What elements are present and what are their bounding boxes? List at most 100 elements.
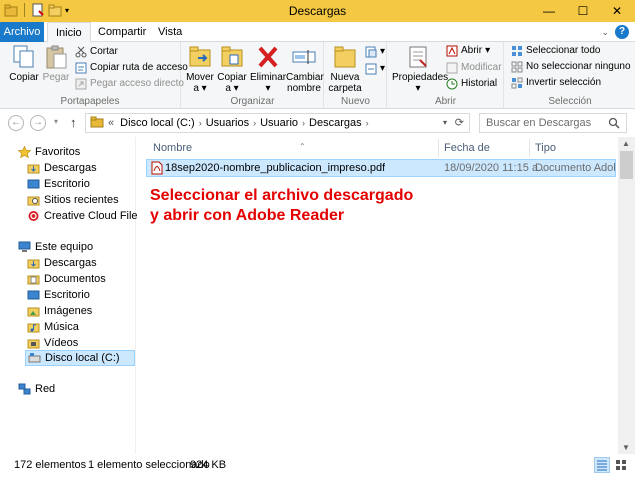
copy-path-button[interactable]: Copiar ruta de acceso	[75, 61, 188, 75]
download-folder-icon	[27, 257, 40, 269]
new-folder-icon	[331, 44, 359, 70]
close-button[interactable]: ✕	[600, 0, 634, 22]
chevron-up-icon: ⌃	[299, 142, 306, 151]
chevron-down-icon[interactable]: ▾	[443, 118, 447, 127]
copy-icon	[10, 44, 38, 70]
table-row[interactable]: 18sep2020-nombre_publicacion_impreso.pdf…	[146, 159, 616, 177]
videos-folder-icon	[27, 337, 40, 349]
nav-fav-creative-cloud[interactable]: Creative Cloud Files	[27, 208, 143, 224]
open-button[interactable]: Abrir ▾	[446, 44, 490, 58]
group-seleccion: Seleccionar todo No seleccionar ninguno …	[505, 42, 635, 109]
rename-button[interactable]: Cambiar nombre	[286, 44, 324, 94]
status-item-count: 172 elementos	[14, 459, 87, 471]
nav-favoritos[interactable]: Favoritos	[17, 144, 80, 160]
new-folder-button[interactable]: Nueva carpeta	[327, 44, 363, 94]
desktop-icon	[27, 178, 40, 190]
forward-button[interactable]: →	[30, 115, 46, 131]
new-item-button[interactable]: ▾	[365, 45, 385, 59]
search-icon	[608, 117, 620, 132]
nav-pc-documentos[interactable]: Documentos	[27, 271, 106, 287]
download-folder-icon	[27, 162, 40, 174]
status-size: 924 KB	[190, 459, 227, 471]
edit-icon	[446, 62, 458, 74]
scroll-up-icon[interactable]: ▲	[622, 139, 630, 148]
chevron-right-icon[interactable]: ›	[199, 118, 202, 128]
nav-pc-imagenes[interactable]: Imágenes	[27, 303, 92, 319]
chevron-down-icon[interactable]: ⌄	[601, 27, 609, 38]
chevron-right-icon[interactable]: ›	[253, 118, 256, 128]
nav-red[interactable]: Red	[18, 381, 55, 397]
large-icons-view-button[interactable]	[613, 457, 629, 473]
details-view-button[interactable]	[594, 457, 610, 473]
back-button[interactable]: ←	[8, 115, 24, 131]
history-button[interactable]: Historial	[446, 77, 497, 91]
file-type: Documento Adob...	[535, 162, 615, 174]
column-header-tipo[interactable]: Tipo	[531, 139, 617, 157]
address-bar[interactable]: « Disco local (C:) › Usuarios › Usuario …	[85, 113, 470, 133]
scroll-down-icon[interactable]: ▼	[622, 443, 630, 452]
scroll-thumb[interactable]	[620, 151, 633, 179]
ribbon-tabs: Archivo Inicio Compartir Vista ⌄ ?	[0, 22, 635, 43]
column-header-fecha[interactable]: Fecha de modifica...	[440, 139, 530, 172]
move-to-button[interactable]: Mover a ▾	[182, 44, 218, 94]
nav-pc-disco-local[interactable]: Disco local (C:)	[25, 350, 135, 366]
invert-selection-button[interactable]: Invertir selección	[511, 76, 601, 90]
delete-button[interactable]: Eliminar ▾	[250, 44, 286, 94]
refresh-icon[interactable]: ⟳	[455, 116, 464, 129]
nav-fav-descargas[interactable]: Descargas	[27, 160, 97, 176]
group-label: Abrir	[434, 96, 457, 107]
folder-icon	[90, 116, 104, 131]
recent-places-icon	[27, 194, 40, 206]
tab-vista[interactable]: Vista	[150, 22, 190, 42]
group-nuevo: Nueva carpeta ▾ ▾ Nuevo	[325, 42, 387, 109]
breadcrumb-item[interactable]: Usuario	[260, 117, 298, 129]
pictures-folder-icon	[27, 305, 40, 317]
breadcrumb-item[interactable]: Disco local (C:)	[120, 117, 195, 129]
properties-icon	[404, 44, 432, 70]
breadcrumb-overflow[interactable]: «	[108, 117, 114, 129]
help-icon[interactable]: ?	[615, 25, 629, 39]
paste-shortcut-button[interactable]: Pegar acceso directo	[75, 77, 184, 91]
edit-button[interactable]: Modificar	[446, 61, 502, 75]
navigation-pane: Favoritos Descargas Escritorio Sitios re…	[0, 137, 143, 454]
select-all-icon	[511, 45, 523, 57]
nav-pc-descargas[interactable]: Descargas	[27, 255, 97, 271]
status-bar: 172 elementos 1 elemento seleccionado 92…	[0, 454, 635, 478]
up-arrow-icon[interactable]: ↑	[70, 115, 77, 130]
ribbon: Copiar Pegar Cortar Copiar ruta de acces…	[0, 42, 635, 109]
nav-fav-sitios-recientes[interactable]: Sitios recientes	[27, 192, 119, 208]
music-folder-icon	[27, 321, 40, 333]
minimize-button[interactable]: —	[532, 0, 566, 22]
tab-compartir[interactable]: Compartir	[90, 22, 154, 42]
nav-este-equipo[interactable]: Este equipo	[18, 239, 93, 255]
star-icon	[17, 145, 32, 159]
breadcrumb-item[interactable]: Descargas	[309, 117, 362, 129]
tab-inicio[interactable]: Inicio	[47, 22, 91, 43]
chevron-right-icon[interactable]: ›	[302, 118, 305, 128]
select-none-button[interactable]: No seleccionar ninguno	[511, 60, 631, 74]
new-item-icon	[365, 46, 377, 58]
chevron-right-icon[interactable]: ›	[366, 118, 369, 128]
maximize-button[interactable]: ☐	[566, 0, 600, 22]
column-header-nombre[interactable]: Nombre ⌃	[149, 139, 439, 157]
copy-button[interactable]: Copiar	[6, 44, 42, 83]
group-abrir: Propiedades ▾ Abrir ▾ Modificar Historial…	[388, 42, 504, 109]
breadcrumb-item[interactable]: Usuarios	[206, 117, 249, 129]
nav-fav-escritorio[interactable]: Escritorio	[27, 176, 90, 192]
nav-pc-videos[interactable]: Vídeos	[27, 335, 78, 351]
easy-access-button[interactable]: ▾	[365, 62, 385, 76]
recent-locations-button[interactable]: ▾	[52, 115, 60, 131]
nav-pc-musica[interactable]: Música	[27, 319, 79, 335]
paste-button[interactable]: Pegar	[38, 44, 74, 83]
nav-pc-escritorio[interactable]: Escritorio	[27, 287, 90, 303]
copy-to-button[interactable]: Copiar a ▾	[214, 44, 250, 94]
vertical-scrollbar[interactable]: ▲ ▼	[618, 137, 635, 454]
select-all-button[interactable]: Seleccionar todo	[511, 44, 601, 58]
tab-archivo[interactable]: Archivo	[0, 22, 44, 42]
properties-button[interactable]: Propiedades ▾	[392, 44, 448, 94]
desktop-icon	[27, 289, 40, 301]
title-bar: ▾ Descargas — ☐ ✕	[0, 0, 635, 22]
cut-button[interactable]: Cortar	[75, 45, 118, 59]
search-input[interactable]: Buscar en Descargas	[479, 113, 627, 133]
computer-icon	[18, 241, 31, 253]
